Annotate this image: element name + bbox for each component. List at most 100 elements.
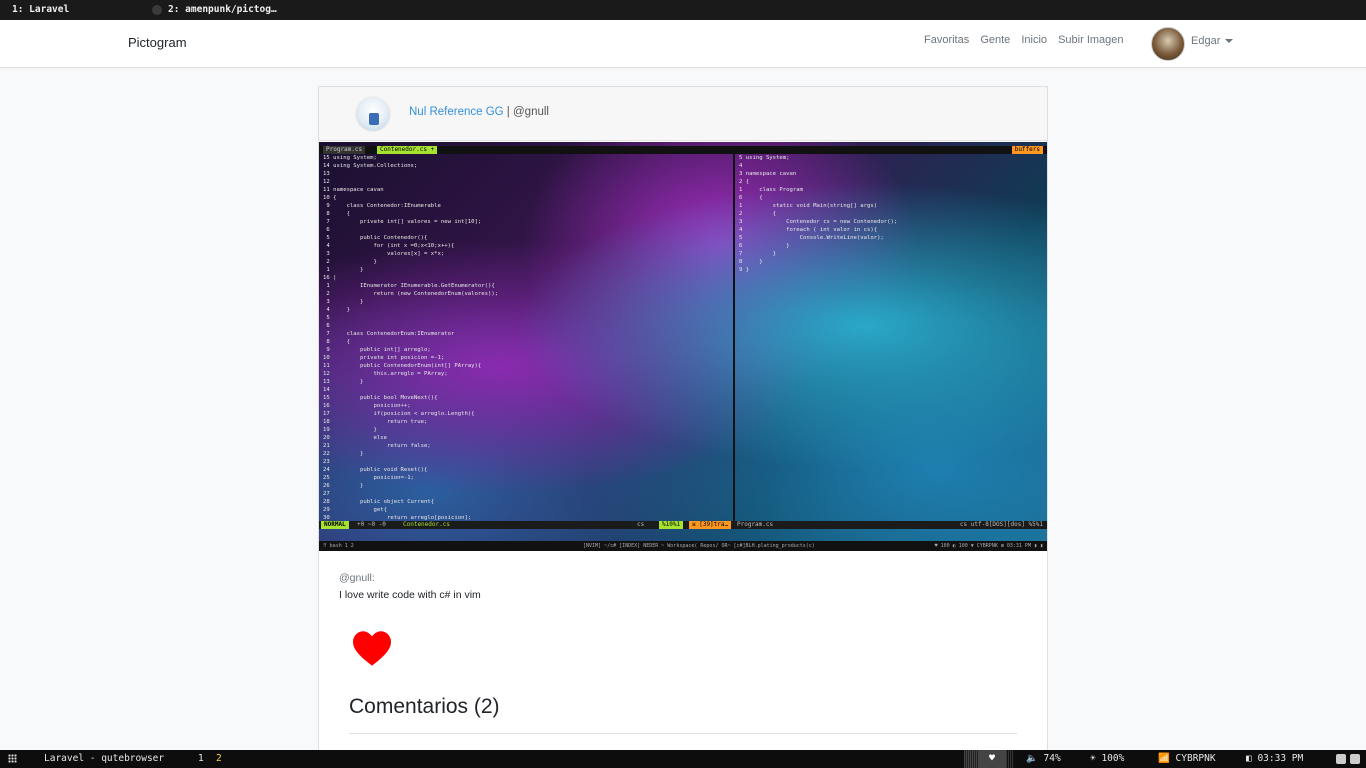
vim-status-file: Contenedor.cs — [403, 521, 450, 528]
code-line: 11 namespace cavan — [323, 187, 384, 193]
code-line: 19 } — [323, 427, 377, 433]
nav-gente[interactable]: Gente — [980, 34, 1010, 46]
code-line: 4 for (int x =0;x<10;x++){ — [323, 243, 455, 249]
code-line: 3 } — [323, 299, 364, 305]
screenshot-statusbar: ⠿ bash 1 2 [NVIM] ~/c# [INDEX] NEDER ~ W… — [319, 541, 1047, 551]
code-line: 1 static void Main(string[] args) — [739, 203, 878, 209]
code-line: 6 — [323, 323, 330, 329]
apps-grid-icon[interactable] — [8, 754, 17, 763]
code-line: 3 Contenedor cs = new Contenedor(); — [739, 219, 898, 225]
code-line: 9 public int[] arreglo; — [323, 347, 431, 353]
code-line: 1 IEnumerator IEnumerable.GetEnumerator(… — [323, 283, 495, 289]
code-line: 8 { — [323, 339, 350, 345]
status-noise-block — [964, 750, 978, 768]
vim-tab-contenedor: Contenedor.cs + — [377, 146, 438, 154]
code-line: 7 } — [739, 251, 777, 257]
code-line: 15 using System; — [323, 155, 377, 161]
code-line: 16 posicion++; — [323, 403, 411, 409]
poster-avatar[interactable] — [355, 96, 391, 132]
vim-split-divider — [733, 150, 735, 529]
code-line: 5 using System; — [739, 155, 790, 161]
github-icon — [152, 4, 162, 15]
browser-tab-2[interactable]: 2: amenpunk/pictog… — [152, 0, 277, 20]
nav-inicio[interactable]: Inicio — [1021, 34, 1047, 46]
code-line: 21 return false; — [323, 443, 431, 449]
code-line: 17 if(posicion < arreglo.Length){ — [323, 411, 475, 417]
tray-icon-2[interactable] — [1350, 754, 1360, 764]
vim-left-pane: 15 using System; 14 using System.Collecti… — [323, 154, 498, 522]
nav-favoritas[interactable]: Favoritas — [924, 34, 969, 46]
comments-divider — [349, 733, 1017, 734]
code-line: 5 public Contenedor(){ — [323, 235, 428, 241]
code-line: 9 class Contenedor:IEnumerable — [323, 203, 441, 209]
code-line: 5 — [323, 315, 330, 321]
user-dropdown-toggle[interactable]: Edgar — [1191, 35, 1234, 47]
vim-status-right-file: Program.cs — [737, 521, 774, 528]
caret-down-icon — [1225, 39, 1234, 44]
screenshot-bar-right: ♥ 100 ◐ 100 ▼ CYBRPNK ⊞ 03:31 PM ▮ ▮ — [934, 543, 1043, 549]
code-line: 25 posicion=-1; — [323, 475, 414, 481]
brand-link[interactable]: Pictogram — [128, 35, 187, 50]
code-line: 3 namespace cavan — [739, 171, 797, 177]
post-image[interactable]: Program.cs Contenedor.cs + buffers 15 us… — [319, 142, 1047, 551]
system-statusbar: Laravel - qutebrowser 1 2 ♥ 🔈 74% ☀ 100%… — [0, 750, 1366, 768]
code-line: 18 return true; — [323, 419, 428, 425]
code-line: 11 public ContenedorEnum(int[] PArray){ — [323, 363, 482, 369]
workspace-2[interactable]: 2 — [216, 753, 222, 764]
post-header: Nul Reference GG | @gnull — [319, 87, 1047, 141]
code-line: 12 — [323, 179, 330, 185]
volume-indicator[interactable]: 🔈 74% — [1026, 753, 1061, 764]
vim-right-pane: 5 using System; 4 3 namespace cavan 2 { 1 cl… — [739, 154, 897, 274]
browser-tab-1[interactable]: 1: Laravel — [12, 0, 69, 20]
code-line: 2 { — [739, 179, 750, 185]
post-card: Nul Reference GG | @gnull Program.cs Con… — [318, 86, 1048, 766]
code-line: 16 | — [323, 275, 337, 281]
code-line: 13 — [323, 171, 330, 177]
poster-separator: | — [503, 106, 513, 118]
post-description: I love write code with c# in vim — [339, 589, 481, 601]
vim-statusline: NORMAL +0 ~0 -0 Contenedor.cs cs %10%1 ≡… — [319, 521, 1047, 529]
wifi-indicator[interactable]: 📶 CYBRPNK — [1158, 753, 1216, 764]
code-line: 13 } — [323, 379, 364, 385]
vim-buffers-label: buffers — [1011, 146, 1043, 154]
code-line: 29 get{ — [323, 507, 387, 513]
code-line: 5 Console.WriteLine(valor); — [739, 235, 884, 241]
code-line: 9 } — [739, 267, 750, 273]
tray-icon-1[interactable] — [1336, 754, 1346, 764]
code-line: 27 — [323, 491, 330, 497]
post-caption-handle: @gnull: — [339, 572, 375, 584]
screenshot-bar-mid: [NVIM] ~/c# [INDEX] NEDER ~ Workspace( R… — [583, 543, 815, 549]
code-line: 7 private int[] valores = new int[10]; — [323, 219, 482, 225]
vim-status-lang: cs — [637, 521, 645, 528]
code-line: 26 } — [323, 483, 364, 489]
nav-links: Favoritas Gente Inicio Subir Imagen — [924, 34, 1132, 46]
browser-tab-2-label: 2: amenpunk/pictog… — [168, 4, 277, 15]
vim-tab-program: Program.cs — [323, 146, 366, 154]
user-avatar[interactable] — [1151, 27, 1185, 61]
clock: ◧ 03:33 PM — [1246, 753, 1304, 764]
user-name: Edgar — [1191, 35, 1221, 47]
status-noise-block-2 — [1006, 750, 1014, 768]
code-line: 3 valores[x] = x*x; — [323, 251, 445, 257]
brightness-indicator: ☀ 100% — [1090, 753, 1125, 764]
screenshot-bar-left: ⠿ bash 1 2 — [323, 543, 354, 549]
heart-icon[interactable] — [353, 631, 391, 667]
code-line: 23 — [323, 459, 330, 465]
workspace-1[interactable]: 1 — [198, 753, 204, 764]
vim-status-pos: %10%1 — [659, 521, 684, 529]
code-line: 10 { — [323, 195, 337, 201]
code-line: 1 class Program — [739, 187, 803, 193]
code-line: 1 } — [323, 267, 364, 273]
heart-status-icon: ♥ — [978, 750, 1006, 768]
code-line: 6 { — [739, 195, 763, 201]
code-line: 2 return (new ContenedorEnum(valores)); — [323, 291, 499, 297]
window-title: Laravel - qutebrowser — [44, 753, 165, 764]
code-line: 22 } — [323, 451, 364, 457]
code-line: 20 else — [323, 435, 387, 441]
poster-name-link[interactable]: Nul Reference GG — [409, 106, 504, 118]
code-line: 15 public bool MoveNext(){ — [323, 395, 438, 401]
code-line: 4 — [739, 163, 743, 169]
nav-subir-imagen[interactable]: Subir Imagen — [1058, 34, 1123, 46]
poster-info: Nul Reference GG | @gnull — [409, 106, 549, 118]
vim-git-status: +0 ~0 -0 — [357, 521, 386, 528]
